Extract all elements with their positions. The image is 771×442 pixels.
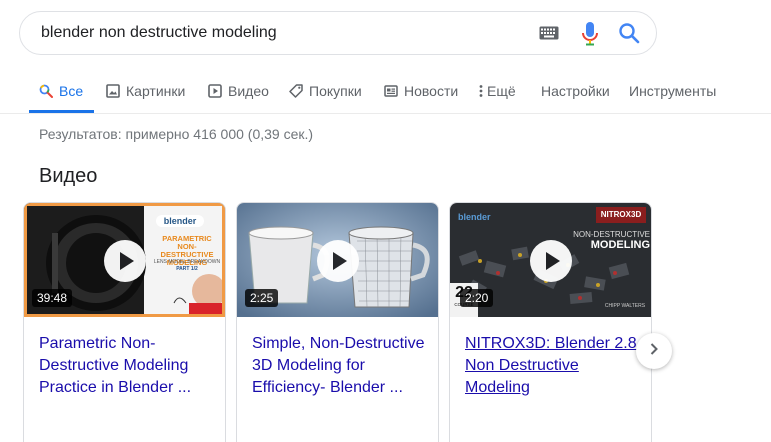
video-duration: 39:48	[32, 289, 73, 307]
carousel-next-button[interactable]	[636, 333, 672, 369]
microphone-icon[interactable]	[581, 21, 599, 52]
play-icon[interactable]	[104, 240, 146, 282]
tab-label: Новости	[404, 83, 459, 99]
thumbnail-subtext: LENS MODEL BREAKDOWN PART 1/2	[153, 259, 221, 272]
search-icon[interactable]	[618, 22, 640, 49]
search-box[interactable]: blender non destructive modeling	[19, 11, 657, 55]
section-title: Видео	[39, 165, 98, 187]
tab-label: Картинки	[126, 83, 186, 99]
tab-label: Инструменты	[629, 83, 717, 99]
tab-images[interactable]: Картинки	[106, 81, 185, 101]
blender-logo: blender	[156, 215, 204, 227]
tab-label: Видео	[228, 83, 269, 99]
tabs-divider	[0, 113, 771, 114]
video-duration: 2:20	[460, 289, 494, 307]
blender-logo: blender	[458, 212, 491, 222]
video-duration: 2:25	[245, 289, 279, 307]
video-title-link[interactable]: Simple, Non-Destructive 3D Modeling for …	[252, 333, 432, 399]
tab-label: Ещё	[487, 83, 516, 99]
tab-settings[interactable]: Настройки	[541, 81, 610, 101]
thumbnail-brand-text: NITROX3D	[600, 210, 642, 219]
search-results-page: blender non destructive modeling Все Кар…	[0, 0, 771, 442]
video-thumbnail[interactable]: blender NITROX3D NON-DESTRUCTIVE MODELIN…	[450, 203, 651, 317]
video-card[interactable]: blender PARAMETRIC NON-DESTRUCTIVE MODEL…	[23, 202, 226, 442]
video-card[interactable]: 2:25 Simple, Non-Destructive 3D Modeling…	[236, 202, 439, 442]
chevron-right-icon	[648, 342, 660, 361]
tag-icon	[289, 84, 303, 98]
video-title-link[interactable]: NITROX3D: Blender 2.8 Non Destructive Mo…	[465, 333, 645, 399]
tab-label: Покупки	[309, 83, 362, 99]
more-vert-icon	[479, 84, 483, 98]
tab-label: Настройки	[541, 83, 610, 99]
play-icon[interactable]	[530, 240, 572, 282]
tab-news[interactable]: Новости	[384, 81, 458, 101]
author-label: CHIPP WALTERS	[604, 303, 646, 309]
tab-shopping[interactable]: Покупки	[289, 81, 362, 101]
video-icon	[208, 84, 222, 98]
video-card[interactable]: blender NITROX3D NON-DESTRUCTIVE MODELIN…	[449, 202, 652, 442]
tab-tools[interactable]: Инструменты	[629, 81, 716, 101]
image-icon	[106, 84, 120, 98]
tab-video[interactable]: Видео	[208, 81, 269, 101]
play-icon[interactable]	[317, 240, 359, 282]
tab-more[interactable]: Ещё	[479, 81, 516, 101]
news-icon	[384, 84, 398, 98]
video-thumbnail[interactable]: 2:25	[237, 203, 438, 317]
tab-label: Все	[59, 83, 84, 99]
tab-all[interactable]: Все	[39, 81, 83, 101]
keyboard-icon[interactable]	[539, 26, 559, 45]
results-stats: Результатов: примерно 416 000 (0,39 сек.…	[39, 126, 314, 142]
video-title-link[interactable]: Parametric Non-Destructive Modeling Prac…	[39, 333, 219, 399]
search-tabs: Все Картинки Видео Покупки Новости Ещё Н…	[0, 70, 771, 114]
search-icon	[39, 84, 53, 98]
video-thumbnail[interactable]: blender PARAMETRIC NON-DESTRUCTIVE MODEL…	[24, 203, 225, 317]
search-input[interactable]: blender non destructive modeling	[41, 24, 277, 42]
